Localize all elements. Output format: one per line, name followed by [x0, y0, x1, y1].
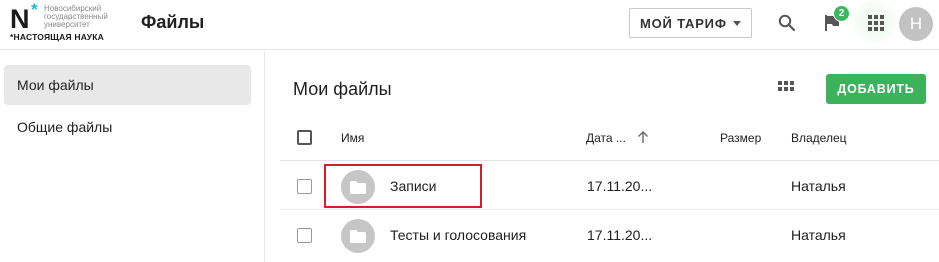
tariff-label: МОЙ ТАРИФ [640, 15, 727, 31]
search-icon [778, 14, 796, 32]
file-owner: Наталья [791, 227, 846, 243]
grid-view-icon [778, 81, 794, 91]
table-row[interactable]: Тесты и голосования 17.11.20... Наталья [280, 211, 939, 259]
apps-grid-icon [868, 15, 884, 31]
grid-view-button[interactable] [778, 80, 798, 100]
sidebar: Мои файлы Общие файлы [0, 51, 265, 262]
my-tariff-dropdown[interactable]: МОЙ ТАРИФ [629, 8, 752, 38]
notification-count-badge: 2 [833, 5, 850, 22]
search-button[interactable] [775, 11, 799, 35]
logo-mark: N [10, 4, 30, 34]
file-date: 17.11.20... [587, 178, 653, 194]
logo-star-icon: * [31, 0, 38, 19]
select-all-checkbox[interactable] [297, 130, 312, 145]
user-avatar[interactable]: Н [899, 7, 933, 41]
column-header-owner[interactable]: Владелец [791, 131, 847, 145]
app-title: Файлы [141, 12, 205, 32]
sidebar-item-shared-files[interactable]: Общие файлы [4, 107, 251, 147]
column-header-date[interactable]: Дата ... [586, 131, 626, 145]
logo-university-name: Новосибирский государственный университе… [44, 4, 108, 29]
folder-avatar [341, 219, 375, 253]
column-header-size[interactable]: Размер [720, 131, 761, 145]
highlight-annotation [324, 164, 482, 208]
sidebar-item-my-files[interactable]: Мои файлы [4, 65, 251, 105]
table-header: Имя Дата ... Размер Владелец [280, 117, 939, 161]
file-name[interactable]: Тесты и голосования [390, 227, 526, 243]
caret-down-icon [733, 21, 741, 26]
row-checkbox[interactable] [297, 228, 312, 243]
folder-icon [350, 229, 366, 243]
page-title: Мои файлы [293, 79, 392, 99]
file-date: 17.11.20... [587, 227, 653, 243]
logo-tagline: *НАСТОЯЩАЯ НАУКА [10, 32, 104, 42]
add-button[interactable]: ДОБАВИТЬ [826, 74, 926, 104]
sort-ascending-icon[interactable] [637, 130, 649, 144]
column-header-name[interactable]: Имя [341, 131, 364, 145]
apps-menu-button[interactable] [864, 11, 888, 35]
row-checkbox[interactable] [297, 179, 312, 194]
top-bar: N * Новосибирский государственный универ… [0, 0, 939, 50]
file-owner: Наталья [791, 178, 846, 194]
nsu-logo[interactable]: N * Новосибирский государственный универ… [10, 0, 130, 44]
